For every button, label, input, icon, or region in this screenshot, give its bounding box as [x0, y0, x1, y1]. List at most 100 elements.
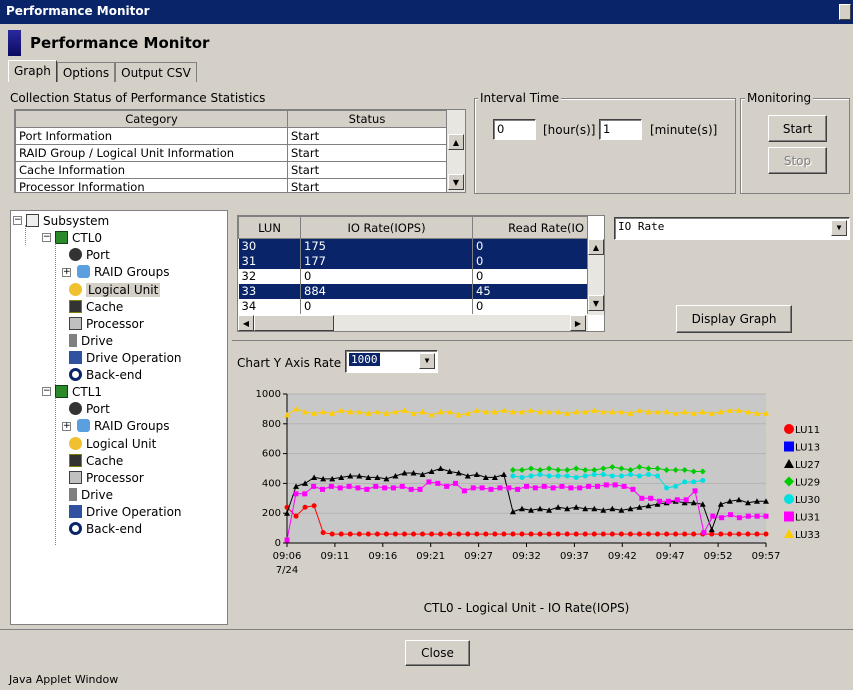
tree-node-port[interactable]: Port	[69, 246, 110, 263]
tab-graph[interactable]: Graph	[8, 60, 57, 82]
data-point	[630, 486, 636, 492]
table-row[interactable]: 33 884 45	[238, 283, 588, 299]
legend-marker	[784, 529, 794, 538]
tree-node-back-end[interactable]: Back-end	[69, 366, 142, 383]
tree-label: Drive	[81, 487, 113, 502]
y-tick-label: 800	[262, 419, 281, 430]
tree-node-logical-unit[interactable]: Logical Unit	[69, 281, 161, 298]
table-row[interactable]: 32 0 0	[238, 268, 588, 284]
processor-icon	[69, 471, 82, 484]
axis-rate-select[interactable]: 1000 ▼	[345, 350, 438, 373]
tree-node-drive-operation[interactable]: Drive Operation	[69, 349, 182, 366]
data-point	[408, 486, 414, 492]
back-end-icon	[69, 368, 82, 381]
table-row[interactable]: 34 0 0	[238, 298, 588, 314]
collection-scrollbar[interactable]: ▲ ▼	[447, 110, 465, 192]
data-point	[655, 531, 661, 537]
scroll-right-arrow-icon[interactable]: ▶	[570, 315, 586, 331]
data-point	[392, 531, 398, 537]
data-point	[519, 474, 525, 480]
cache-icon	[69, 454, 82, 467]
table-row[interactable]: 31 177 0	[238, 253, 588, 269]
tree-node-cache[interactable]: Cache	[69, 298, 123, 315]
divider	[232, 340, 852, 341]
tree-node-logical-unit[interactable]: Logical Unit	[69, 435, 156, 452]
data-point	[329, 531, 335, 537]
table-row[interactable]: 30 175 0	[238, 238, 588, 254]
table-row[interactable]: RAID Group / Logical Unit Information Sta…	[15, 144, 447, 162]
col-header-status[interactable]: Status	[287, 110, 447, 128]
metric-select[interactable]: IO Rate ▼	[614, 217, 850, 240]
data-point	[655, 473, 661, 479]
x-tick-label: 09:21	[416, 551, 445, 562]
col-header-io-rate[interactable]: IO Rate(IOPS)	[300, 216, 473, 239]
tab-options[interactable]: Options	[56, 62, 116, 82]
tree-node-processor[interactable]: Processor	[69, 315, 144, 332]
data-point	[577, 485, 583, 491]
legend-marker	[784, 494, 794, 504]
col-header-lun[interactable]: LUN	[238, 216, 301, 239]
start-button[interactable]: Start	[768, 115, 827, 142]
scroll-down-arrow-icon[interactable]: ▼	[448, 174, 464, 190]
close-button[interactable]: Close	[405, 640, 470, 666]
tree-node-processor[interactable]: Processor	[69, 469, 144, 486]
data-point	[483, 531, 489, 537]
display-graph-button[interactable]: Display Graph	[676, 305, 792, 333]
data-point	[639, 495, 645, 501]
scroll-left-arrow-icon[interactable]: ◀	[238, 315, 254, 331]
lun-horizontal-scrollbar[interactable]: ◀ ▶	[238, 315, 588, 331]
tree-node-raid-groups[interactable]: RAID Groups	[69, 263, 169, 280]
subsystem-tree[interactable]: − Subsystem − CTL0 Port + RAID Groups Lo…	[10, 210, 228, 625]
data-point	[488, 486, 494, 492]
tree-label: Logical Unit	[86, 282, 161, 297]
scroll-thumb[interactable]	[254, 315, 334, 331]
tree-node-drive[interactable]: Drive	[69, 332, 113, 349]
collapse-toggle-icon[interactable]: −	[13, 216, 22, 225]
table-row[interactable]: Processor Information Start	[15, 178, 447, 192]
tree-node-port[interactable]: Port	[69, 400, 110, 417]
subsystem-icon	[26, 214, 39, 227]
stop-button[interactable]: Stop	[768, 147, 827, 174]
scroll-down-arrow-icon[interactable]: ▼	[588, 295, 604, 311]
chevron-down-icon[interactable]: ▼	[419, 353, 435, 369]
tree-node-ctl0[interactable]: CTL0	[55, 229, 102, 246]
col-header-read-rate[interactable]: Read Rate(IO	[472, 216, 588, 239]
scroll-up-arrow-icon[interactable]: ▲	[448, 134, 464, 150]
scroll-up-arrow-icon[interactable]: ▲	[588, 239, 604, 255]
data-point	[646, 531, 652, 537]
table-row[interactable]: Cache Information Start	[15, 161, 447, 179]
data-point	[328, 483, 334, 489]
data-point	[519, 531, 525, 537]
interval-hours-input[interactable]: 0	[493, 119, 536, 140]
interval-minutes-input[interactable]: 1	[599, 119, 642, 140]
collapse-toggle-icon[interactable]: −	[42, 233, 51, 242]
tree-node-drive-operation[interactable]: Drive Operation	[69, 503, 182, 520]
tree-node-back-end[interactable]: Back-end	[69, 520, 142, 537]
data-point	[532, 485, 538, 491]
tree-node-raid-groups[interactable]: RAID Groups	[69, 417, 169, 434]
tree-node-drive[interactable]: Drive	[69, 486, 113, 503]
tree-label: Back-end	[86, 521, 143, 536]
collapse-toggle-icon[interactable]: −	[42, 387, 51, 396]
tree-node-subsystem[interactable]: Subsystem	[26, 212, 109, 229]
lun-vertical-scrollbar[interactable]: ▲ ▼	[588, 239, 604, 315]
chevron-down-icon[interactable]: ▼	[831, 220, 847, 236]
data-point	[284, 537, 290, 543]
data-point	[600, 531, 606, 537]
data-point	[497, 485, 503, 491]
window-control-button[interactable]	[839, 4, 851, 20]
back-end-icon	[69, 522, 82, 535]
tab-output-csv[interactable]: Output CSV	[115, 62, 197, 82]
data-point	[586, 483, 592, 489]
drive-icon	[69, 488, 77, 501]
legend-label: LU29	[795, 478, 820, 489]
tree-label: Cache	[86, 453, 124, 468]
data-point	[510, 531, 516, 537]
legend-label: LU30	[795, 495, 820, 506]
tree-node-cache[interactable]: Cache	[69, 452, 123, 469]
data-point	[609, 473, 615, 479]
legend-marker	[784, 424, 794, 434]
table-row[interactable]: Port Information Start	[15, 127, 447, 145]
tree-node-ctl1[interactable]: CTL1	[55, 383, 102, 400]
col-header-category[interactable]: Category	[15, 110, 288, 128]
